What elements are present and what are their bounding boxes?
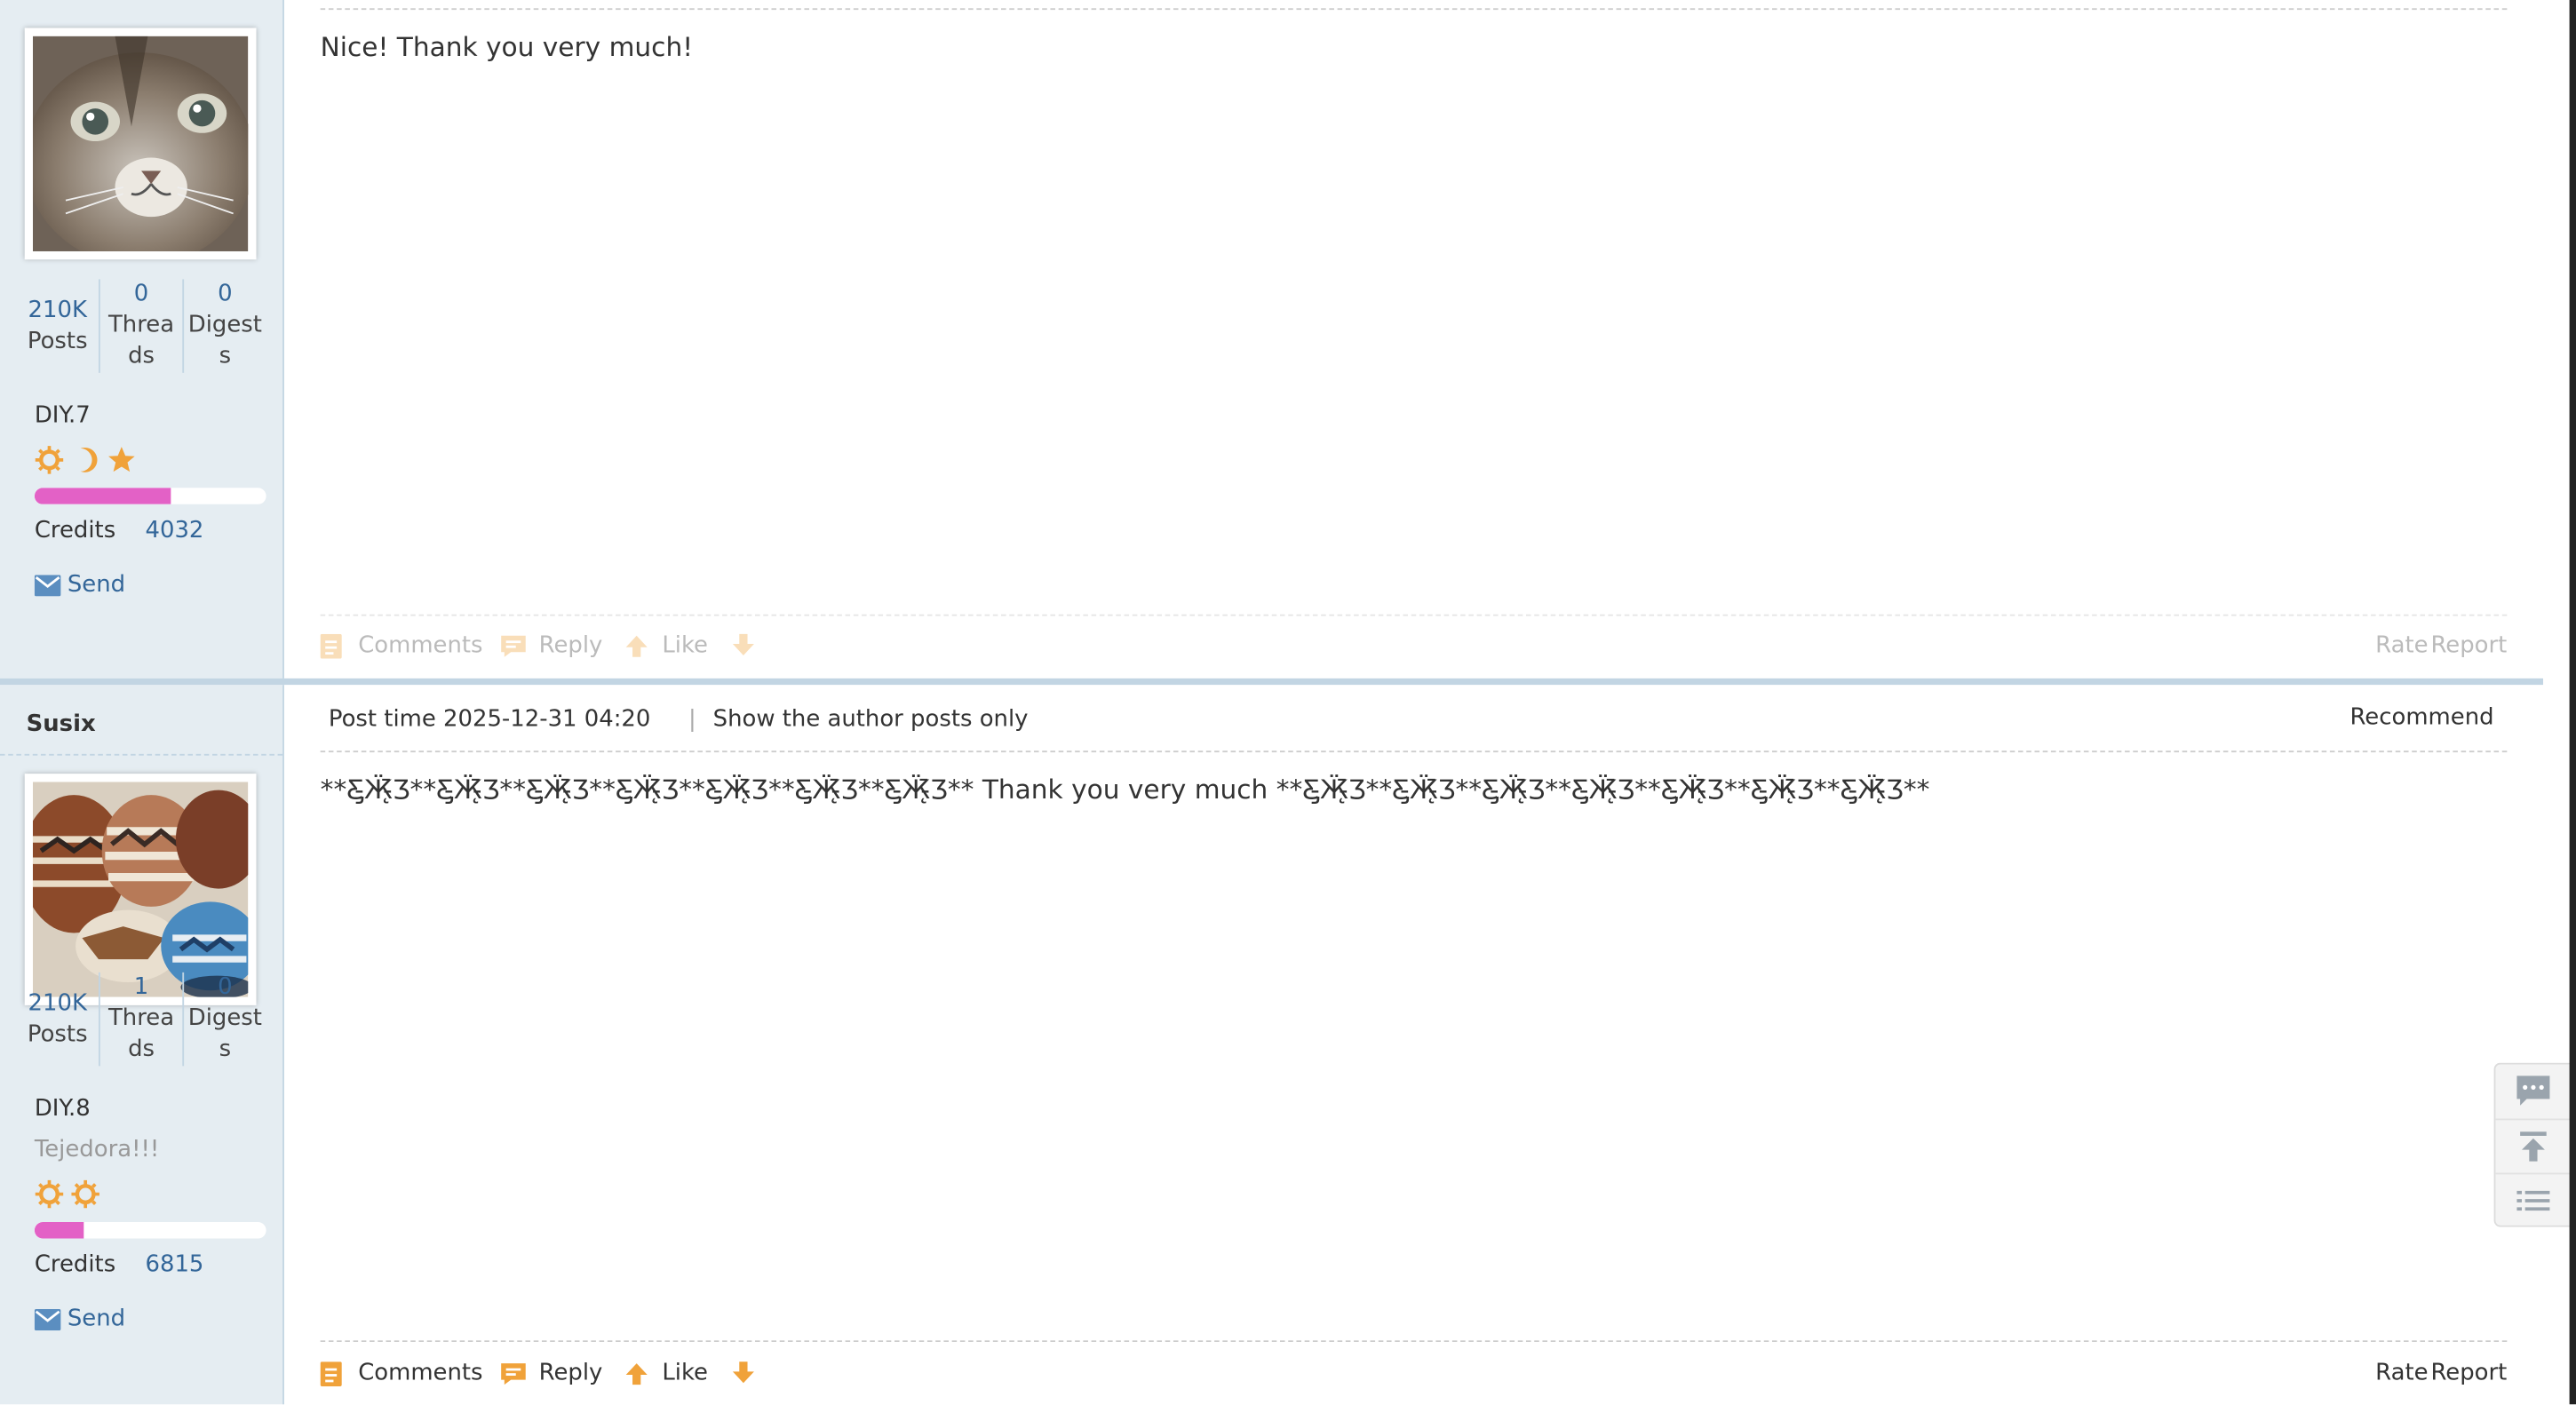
rate-button[interactable]: Rate — [2375, 1360, 2428, 1386]
post-actions: Comments Reply Like Rate Report — [320, 1360, 2507, 1393]
stat-digests[interactable]: 0 Digests — [182, 279, 266, 373]
user-group[interactable]: DIY.7 — [35, 402, 91, 429]
reply-button[interactable]: Reply — [501, 1360, 602, 1386]
comments-button[interactable]: Comments — [320, 1360, 483, 1386]
author-sidebar: Susix 210K Posts 1 Threads 0 Digests DIY… — [0, 685, 284, 1405]
user-group[interactable]: DIY.8 — [35, 1096, 91, 1123]
level-progress-fill — [34, 488, 171, 504]
report-button[interactable]: Report — [2430, 1360, 2507, 1386]
credits: Credits 4032 — [34, 517, 204, 544]
level-progress-fill — [34, 1222, 83, 1239]
thread-list-button[interactable] — [2495, 1172, 2572, 1227]
author-name[interactable]: Susix — [27, 711, 96, 738]
reply-icon — [501, 1362, 526, 1385]
post-content-area: Nice! Thank you very much! Comments Repl… — [283, 0, 2544, 679]
header-separator: | — [688, 706, 696, 733]
arrow-down-icon — [732, 1361, 754, 1384]
reply-icon — [501, 634, 526, 656]
level-progress-bar — [34, 1222, 266, 1239]
footer-divider — [320, 614, 2508, 616]
send-message-button[interactable]: Send — [34, 1306, 125, 1332]
post-2: Susix 210K Posts 1 Threads 0 Digests DIY… — [0, 678, 2544, 1405]
list-icon — [2516, 1190, 2550, 1211]
post-actions: Comments Reply Like Rate Report — [320, 632, 2507, 665]
credits: Credits 6815 — [34, 1251, 204, 1278]
header-divider — [320, 750, 2508, 753]
stat-posts[interactable]: 210K Posts — [16, 279, 98, 372]
rank-icons — [35, 1179, 100, 1209]
comment-icon — [2516, 1076, 2550, 1106]
show-author-only-link[interactable]: Show the author posts only — [713, 706, 1029, 733]
stat-threads[interactable]: 1 Threads — [98, 972, 182, 1067]
pottery-avatar-image — [32, 782, 249, 997]
floating-side-tools — [2493, 1062, 2572, 1227]
dislike-button[interactable] — [731, 1360, 756, 1385]
envelope-icon — [34, 1308, 61, 1330]
credits-value[interactable]: 6815 — [146, 1251, 204, 1278]
quick-reply-button[interactable] — [2495, 1064, 2571, 1116]
page: 210K Posts 0 Threads 0 Digests DIY.7 Cre… — [0, 0, 2576, 1405]
kitten-avatar-image — [32, 36, 249, 251]
recommend-button[interactable]: Recommend — [2349, 704, 2493, 731]
like-button[interactable]: Like — [624, 632, 708, 659]
credits-value[interactable]: 4032 — [146, 518, 204, 544]
arrow-up-icon — [625, 634, 648, 656]
sun-icon — [71, 1179, 99, 1209]
post-content-area: Post time 2025-12-31 04:20 | Show the au… — [283, 685, 2544, 1405]
stat-posts[interactable]: 210K Posts — [16, 972, 98, 1066]
comments-icon — [320, 1361, 342, 1386]
custom-title: Tejedora!!! — [34, 1136, 160, 1163]
back-to-top-icon — [2520, 1131, 2547, 1162]
stat-threads[interactable]: 0 Threads — [98, 279, 182, 373]
post-time: Post time 2025-12-31 04:20 — [328, 706, 651, 733]
avatar[interactable] — [24, 774, 257, 1005]
report-button[interactable]: Report — [2430, 632, 2507, 659]
arrow-down-icon — [732, 633, 754, 655]
comments-icon — [320, 632, 342, 658]
send-message-button[interactable]: Send — [34, 572, 125, 598]
footer-divider — [320, 1340, 2508, 1343]
sun-icon — [35, 1179, 64, 1209]
comments-button[interactable]: Comments — [320, 632, 483, 659]
author-name-divider — [0, 753, 283, 756]
rate-button[interactable]: Rate — [2375, 632, 2428, 659]
arrow-up-icon — [625, 1362, 648, 1385]
reply-button[interactable]: Reply — [501, 632, 602, 659]
like-button[interactable]: Like — [624, 1360, 708, 1386]
level-progress-bar — [34, 488, 266, 504]
post-header: Post time 2025-12-31 04:20 | Show the au… — [321, 685, 2508, 757]
moon-icon — [80, 447, 98, 472]
stat-digests[interactable]: 0 Digests — [182, 972, 266, 1067]
sun-icon — [35, 446, 64, 474]
envelope-icon — [34, 574, 61, 596]
author-stats: 210K Posts 1 Threads 0 Digests — [16, 972, 266, 1067]
rank-icons — [35, 445, 137, 474]
post-message: **Ƹ̵̡Ӝ̵̨̄Ʒ**Ƹ̵̡Ӝ̵̨̄Ʒ**Ƹ̵̡Ӝ̵̨̄Ʒ**Ƹ̵̡Ӝ̵̨̄Ʒ… — [320, 774, 1930, 806]
window-edge — [2569, 0, 2576, 1405]
post-1: 210K Posts 0 Threads 0 Digests DIY.7 Cre… — [0, 0, 2544, 679]
back-to-top-button[interactable] — [2495, 1118, 2572, 1173]
author-sidebar: 210K Posts 0 Threads 0 Digests DIY.7 Cre… — [0, 0, 284, 679]
avatar[interactable] — [24, 28, 257, 260]
dislike-button[interactable] — [731, 632, 756, 657]
header-divider — [320, 8, 2508, 11]
author-stats: 210K Posts 0 Threads 0 Digests — [16, 279, 266, 373]
star-icon — [108, 447, 135, 472]
post-message: Nice! Thank you very much! — [320, 31, 694, 63]
